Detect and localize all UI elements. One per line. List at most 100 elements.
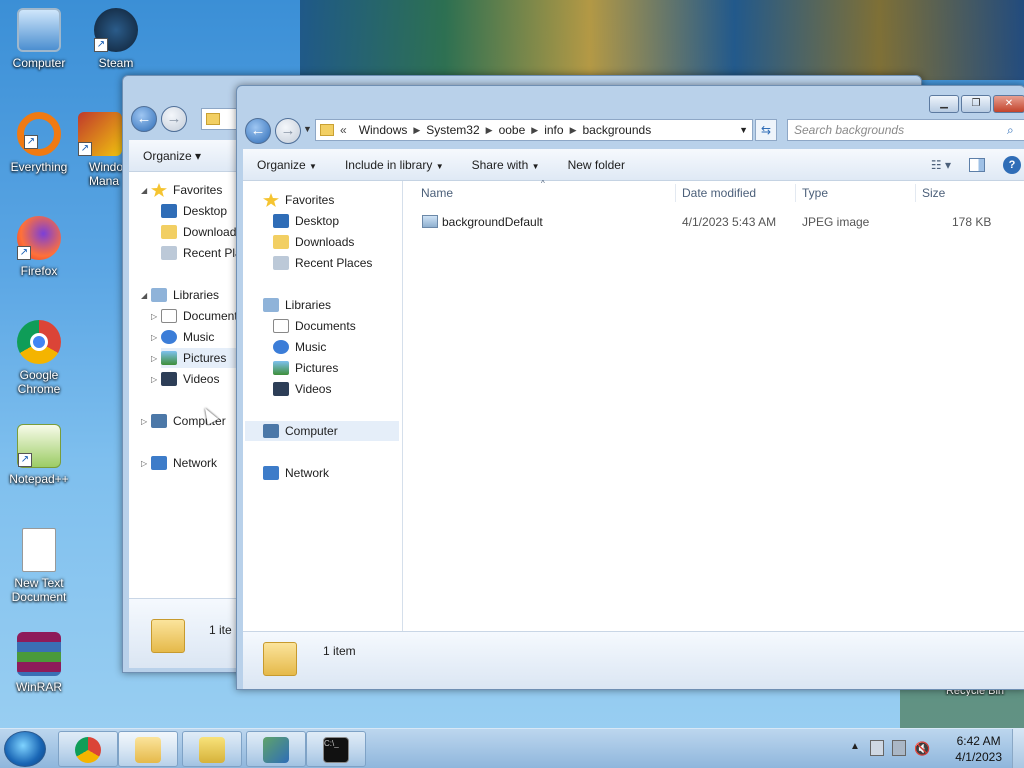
search-icon[interactable]: ⌕ (1007, 123, 1014, 138)
nav-pictures[interactable]: Pictures (273, 358, 338, 378)
clock[interactable]: 6:42 AM 4/1/2023 (955, 733, 1002, 765)
back-button[interactable]: ← (131, 106, 157, 132)
nav-music[interactable]: Music (273, 337, 326, 357)
nav-recent-places[interactable]: Recent Pla (161, 243, 242, 263)
help-icon[interactable]: ? (1003, 155, 1021, 174)
share-with-button[interactable]: Share with ▼ (458, 158, 554, 172)
desktop-icon-label: Computer (12, 56, 66, 70)
breadcrumb-windows[interactable]: Windows (353, 123, 414, 137)
breadcrumb-separator-icon[interactable]: ▶ (570, 125, 577, 136)
back-button[interactable]: ← (245, 118, 271, 144)
nav-videos[interactable]: Videos (273, 379, 331, 399)
nav-favorites[interactable]: Favorites (151, 180, 222, 200)
desktop-icon-everything[interactable]: ↗ Everything (0, 112, 78, 174)
organize-button[interactable]: Organize ▾ (129, 149, 215, 163)
file-date: 4/1/2023 5:43 AM (682, 215, 777, 229)
column-date-modified[interactable]: Date modified (682, 186, 756, 200)
collapse-arrow-icon[interactable]: ◢ (141, 186, 147, 195)
volume-muted-icon[interactable]: 🔇 (914, 741, 930, 757)
desktop-icon-firefox[interactable]: ↗ Firefox (0, 216, 78, 278)
taskbar-chrome[interactable] (58, 731, 118, 767)
breadcrumb-info[interactable]: info (538, 123, 569, 137)
address-dropdown-icon[interactable]: ▼ (739, 125, 748, 135)
nav-desktop[interactable]: Desktop (161, 201, 227, 221)
refresh-icon[interactable]: ⇆ (755, 119, 777, 141)
expand-arrow-icon[interactable]: ▷ (151, 312, 157, 321)
change-view-icon[interactable]: ☷ ▾ (931, 158, 951, 172)
recent-pages-dropdown-icon[interactable]: ▼ (303, 124, 312, 134)
nav-desktop[interactable]: Desktop (273, 211, 339, 231)
maximize-button[interactable]: ❐ (961, 95, 991, 113)
expand-arrow-icon[interactable]: ▷ (151, 333, 157, 342)
magnifier-icon (199, 737, 225, 763)
forward-button[interactable]: → (161, 106, 187, 132)
address-overflow-icon[interactable]: « (340, 123, 347, 137)
column-divider[interactable] (675, 184, 676, 202)
column-name[interactable]: Name (421, 186, 453, 200)
show-hidden-icons-icon[interactable]: ▲ (850, 741, 860, 752)
breadcrumb-backgrounds[interactable]: backgrounds (576, 123, 657, 137)
breadcrumb-system32[interactable]: System32 (420, 123, 485, 137)
expand-arrow-icon[interactable]: ▷ (141, 417, 147, 426)
nav-favorites[interactable]: Favorites (263, 190, 334, 210)
nav-videos[interactable]: Videos (161, 369, 219, 389)
nav-recent-places[interactable]: Recent Places (273, 253, 372, 273)
nav-downloads[interactable]: Downloads (273, 232, 354, 252)
nav-network[interactable]: Network (263, 463, 329, 483)
close-button[interactable]: ✕ (993, 95, 1024, 113)
network-tray-icon[interactable] (892, 740, 906, 756)
minimize-button[interactable]: ▁ (929, 95, 959, 113)
preview-pane-icon[interactable] (969, 157, 985, 172)
desktop-icon-winrar[interactable]: WinRAR (0, 632, 78, 694)
new-folder-button[interactable]: New folder (554, 158, 639, 172)
taskbar-search-app[interactable] (182, 731, 242, 767)
file-name[interactable]: backgroundDefault (442, 215, 543, 229)
expand-arrow-icon[interactable]: ▷ (151, 354, 157, 363)
desktop-icon-steam[interactable]: ↗ Steam (77, 8, 155, 70)
breadcrumb-separator-icon[interactable]: ▶ (486, 125, 493, 136)
forward-button[interactable]: → (275, 118, 301, 144)
desktop-icon-text-document[interactable]: New Text Document (0, 528, 78, 604)
firefox-icon: ↗ (17, 216, 61, 260)
nav-documents[interactable]: Documents (273, 316, 356, 336)
address-bar[interactable] (201, 108, 241, 130)
taskbar-explorer[interactable] (118, 731, 178, 767)
explorer-window-front[interactable]: ▁ ❐ ✕ ← → ▼ « Windows ▶ System32 ▶ oobe ▶ i… (236, 85, 1024, 690)
taskbar-network-app[interactable] (246, 731, 306, 767)
address-bar[interactable]: « Windows ▶ System32 ▶ oobe ▶ info ▶ backgro… (315, 119, 753, 141)
include-in-library-button[interactable]: Include in library ▼ (331, 158, 458, 172)
organize-button[interactable]: Organize ▼ (243, 158, 331, 172)
action-center-icon[interactable] (870, 740, 884, 756)
show-desktop-button[interactable] (1012, 729, 1024, 768)
nav-computer[interactable]: Computer (245, 421, 399, 441)
nav-libraries[interactable]: Libraries (151, 285, 219, 305)
column-divider[interactable] (795, 184, 796, 202)
column-type[interactable]: Type (802, 186, 828, 200)
explorer-icon (135, 737, 161, 763)
collapse-arrow-icon[interactable]: ◢ (141, 291, 147, 300)
pictures-icon (273, 361, 289, 375)
nav-documents[interactable]: Document (161, 306, 238, 326)
breadcrumb-separator-icon[interactable]: ▶ (531, 125, 538, 136)
breadcrumb-oobe[interactable]: oobe (493, 123, 532, 137)
taskbar-cmd[interactable]: C:\_ (306, 731, 366, 767)
nav-libraries[interactable]: Libraries (263, 295, 331, 315)
search-input[interactable]: Search backgrounds (787, 119, 1024, 141)
nav-network[interactable]: Network (151, 453, 217, 473)
folder-large-icon (263, 642, 297, 676)
start-button[interactable] (4, 731, 46, 767)
desktop-icon-chrome[interactable]: Google Chrome (0, 320, 78, 396)
expand-arrow-icon[interactable]: ▷ (151, 375, 157, 384)
desktop-icon-computer[interactable]: Computer (0, 8, 78, 70)
nav-pictures[interactable]: Pictures (161, 348, 239, 368)
file-row[interactable]: backgroundDefault 4/1/2023 5:43 AM JPEG … (419, 211, 1019, 233)
desktop-icon-windows-manager[interactable]: ↗ Windo Mana (77, 112, 123, 188)
expand-arrow-icon[interactable]: ▷ (141, 459, 147, 468)
column-divider[interactable] (915, 184, 916, 202)
nav-music[interactable]: Music (161, 327, 214, 347)
desktop-icon-notepadpp[interactable]: ↗ Notepad++ (0, 424, 78, 486)
column-size[interactable]: Size (922, 186, 945, 200)
nav-downloads[interactable]: Download (161, 222, 236, 242)
breadcrumb-separator-icon[interactable]: ▶ (413, 125, 420, 136)
wallpaper-grass (900, 690, 1024, 730)
